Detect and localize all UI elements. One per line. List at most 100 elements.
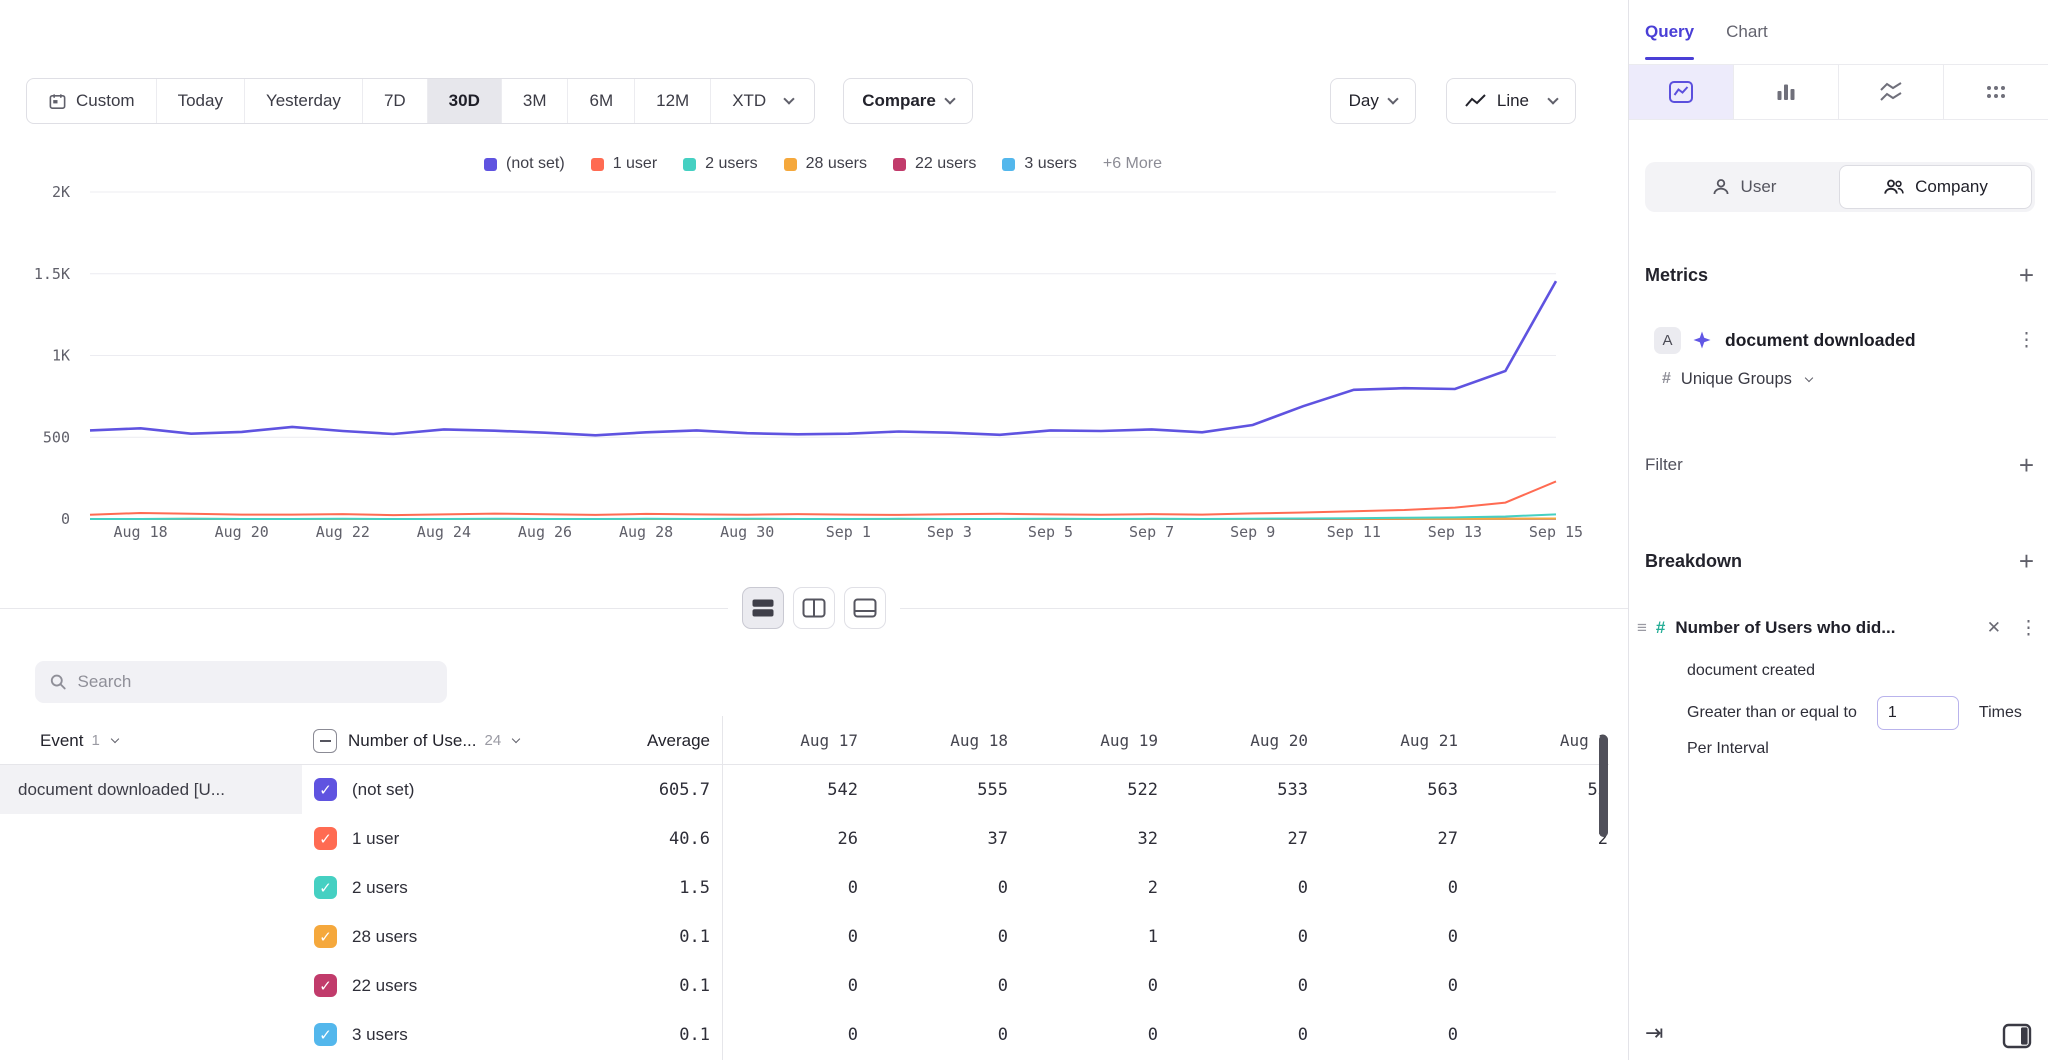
legend-item[interactable]: 2 users (683, 155, 757, 173)
event-column-header[interactable]: Event 1 (40, 716, 118, 765)
range-button-custom[interactable]: Custom (27, 79, 157, 123)
layout-split-horizontal-button[interactable] (742, 587, 784, 629)
add-breakdown-button[interactable]: + (2019, 548, 2034, 574)
average-value: 1.5 (540, 863, 710, 912)
series-checkbox[interactable]: ✓ (314, 876, 337, 899)
split-horizontal-icon (751, 598, 775, 618)
svg-text:500: 500 (43, 428, 70, 446)
data-cell: 0 (1322, 961, 1472, 1010)
breakdown-event-name: document created (1687, 662, 1815, 680)
chart-legend: (not set) 1 user 2 users 28 users 22 users 3 … (90, 155, 1556, 173)
svg-text:Sep 9: Sep 9 (1230, 523, 1275, 541)
range-button-xtd[interactable]: XTD (711, 79, 814, 123)
column-header-date[interactable]: Aug 19 (1022, 716, 1172, 765)
range-button-3m[interactable]: 3M (502, 79, 569, 123)
layout-bottom-panel-button[interactable] (844, 587, 886, 629)
collapse-panel-icon[interactable]: ⇥ (1645, 1020, 1663, 1046)
data-cell: 0 (722, 961, 872, 1010)
chart-tile-bar[interactable] (1734, 65, 1839, 119)
chart-tile-more[interactable] (1944, 65, 2048, 119)
svg-text:1K: 1K (52, 347, 70, 365)
range-button-yesterday[interactable]: Yesterday (245, 79, 363, 123)
legend-swatch (784, 158, 797, 171)
range-button-6m[interactable]: 6M (568, 79, 635, 123)
metric-item[interactable]: A document downloaded ⋮ (1645, 318, 2036, 362)
column-header-date[interactable]: Aug 18 (872, 716, 1022, 765)
series-checkbox[interactable]: ✓ (314, 778, 337, 801)
measure-selector[interactable]: # Unique Groups (1662, 366, 1812, 392)
entity-user-label: User (1741, 177, 1777, 197)
column-header-date[interactable]: Aug 17 (722, 716, 872, 765)
number-property-icon: # (1656, 618, 1665, 638)
table-row: ✓(not set)605.754255552253356353 (0, 765, 1609, 814)
compare-button[interactable]: Compare (843, 78, 973, 124)
legend-item[interactable]: (not set) (484, 155, 565, 173)
data-cell: 0 (1322, 863, 1472, 912)
column-header-date[interactable]: Aug 21 (1322, 716, 1472, 765)
legend-swatch (683, 158, 696, 171)
entity-company-label: Company (1915, 177, 1988, 197)
metric-more-options-icon[interactable]: ⋮ (2017, 329, 2036, 352)
series-label: 3 users (352, 1010, 408, 1059)
series-checkbox[interactable]: ✓ (314, 974, 337, 997)
legend-label: 3 users (1024, 155, 1076, 173)
line-chart-icon (1668, 79, 1694, 105)
condition-label: Greater than or equal to (1687, 704, 1857, 722)
data-cell: 522 (1022, 765, 1172, 814)
series-label: 1 user (352, 814, 399, 863)
breakdown-more-options-icon[interactable]: ⋮ (2019, 617, 2038, 640)
data-cell: 1 (1022, 912, 1172, 961)
table-row: ✓1 user40.626373227272 (0, 814, 1609, 863)
svg-text:0: 0 (61, 510, 70, 528)
sidebar-tabs: Query Chart (1629, 0, 2048, 64)
chart-tile-stacked[interactable] (1839, 65, 1944, 119)
layout-split-vertical-button[interactable] (793, 587, 835, 629)
chart-type-button[interactable]: Line (1446, 78, 1576, 124)
chart-tile-line[interactable] (1629, 65, 1734, 119)
add-filter-button[interactable]: + (2019, 452, 2034, 478)
search-input[interactable] (78, 672, 433, 692)
series-checkbox[interactable]: ✓ (314, 925, 337, 948)
data-cell (1472, 961, 1609, 1010)
data-cell: 533 (1172, 765, 1322, 814)
add-metric-button[interactable]: + (2019, 262, 2034, 288)
select-all-checkbox[interactable] (313, 729, 337, 753)
vertical-scrollbar[interactable] (1599, 735, 1608, 837)
legend-item[interactable]: 3 users (1002, 155, 1076, 173)
column-header-date[interactable]: Aug 20 (1172, 716, 1322, 765)
legend-item[interactable]: 28 users (784, 155, 867, 173)
entity-option-company[interactable]: Company (1839, 165, 2032, 209)
analytics-app: CustomToday Yesterday 7D30D3M6M12M XTD Comp… (0, 0, 2048, 1060)
svg-text:1.5K: 1.5K (34, 265, 70, 283)
interval-label: Day (1349, 91, 1379, 111)
svg-text:Aug 28: Aug 28 (619, 523, 673, 541)
breakdown-condition-row: Greater than or equal to Times (1687, 696, 2022, 730)
chart-type-tabs (1629, 64, 2048, 120)
series-checkbox[interactable]: ✓ (314, 827, 337, 850)
close-icon[interactable]: ✕ (1987, 618, 2001, 638)
data-cell: 542 (722, 765, 872, 814)
drag-handle-icon[interactable]: ≡ (1637, 618, 1647, 638)
range-button-today[interactable]: Today (157, 79, 245, 123)
threshold-input[interactable] (1877, 696, 1959, 730)
event-spark-icon (1692, 330, 1712, 350)
series-checkbox[interactable]: ✓ (314, 1023, 337, 1046)
range-label: Yesterday (266, 91, 341, 111)
range-button-12m[interactable]: 12M (635, 79, 711, 123)
range-label: XTD (732, 91, 766, 111)
range-button-30d[interactable]: 30D (428, 79, 502, 123)
panel-layout-icon[interactable] (2002, 1022, 2032, 1050)
tab-query[interactable]: Query (1645, 0, 1694, 64)
interval-button[interactable]: Day (1330, 78, 1416, 124)
average-column-header[interactable]: Average (540, 716, 710, 765)
breakdown-title: Breakdown (1645, 551, 1742, 572)
series-label: (not set) (352, 765, 414, 814)
range-button-7d[interactable]: 7D (363, 79, 428, 123)
tab-chart[interactable]: Chart (1726, 0, 1768, 64)
legend-item[interactable]: 1 user (591, 155, 657, 173)
entity-option-user[interactable]: User (1648, 165, 1839, 209)
data-cell: 0 (1172, 912, 1322, 961)
legend-more[interactable]: +6 More (1103, 155, 1162, 173)
group-column-header[interactable]: Number of Use... 24 (348, 716, 519, 765)
legend-item[interactable]: 22 users (893, 155, 976, 173)
